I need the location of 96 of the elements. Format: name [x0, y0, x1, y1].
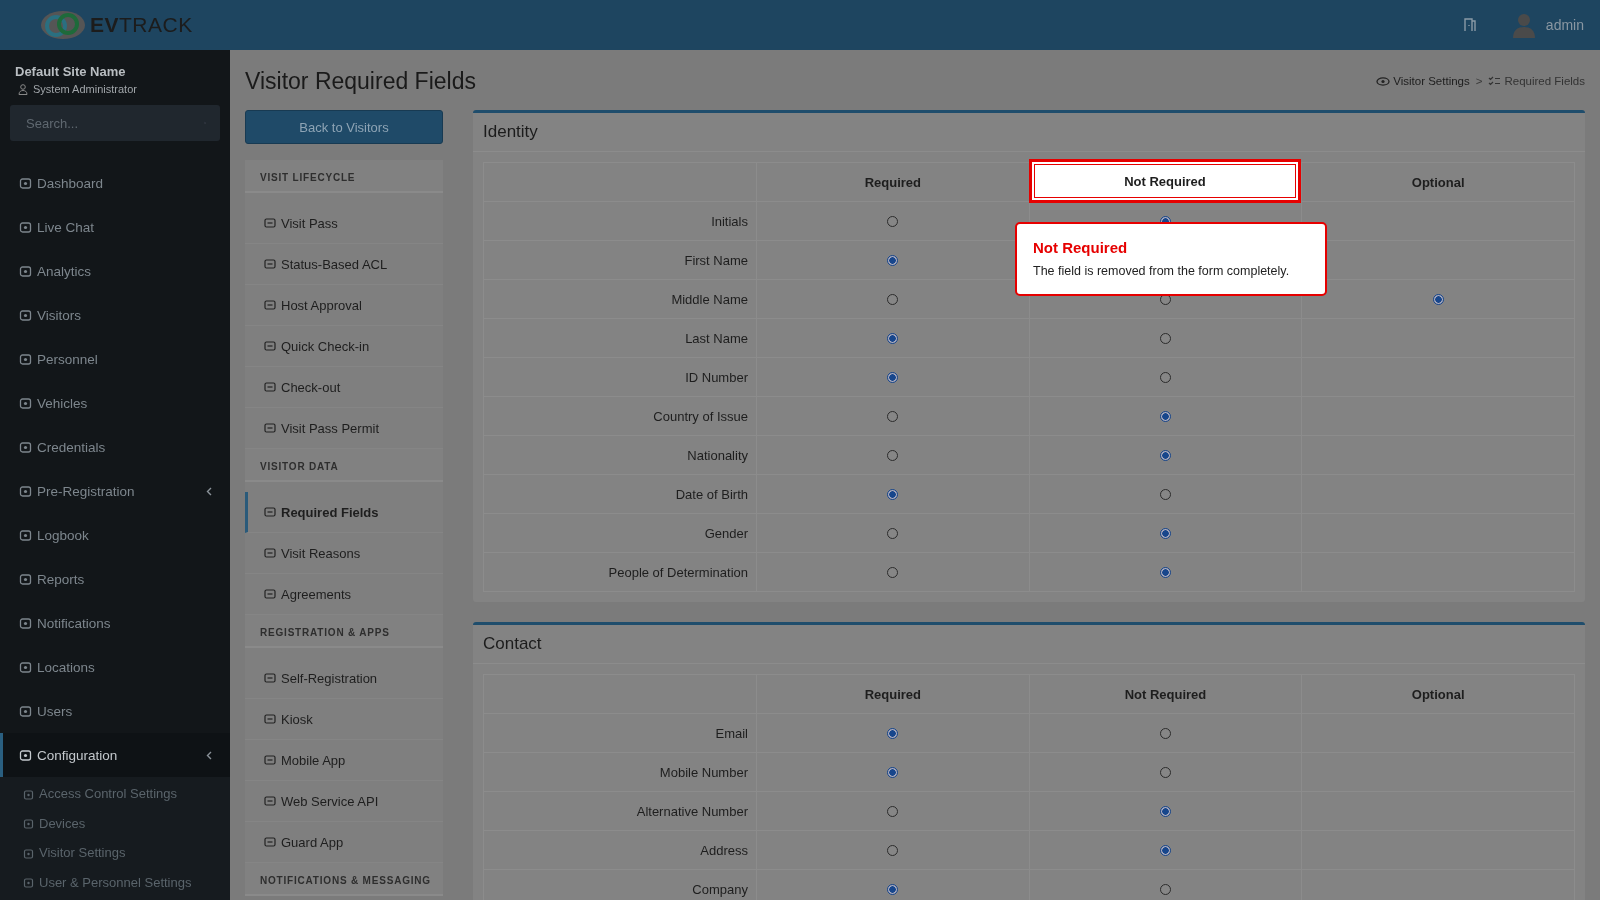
menu-item[interactable]: Visit Reasons	[245, 533, 443, 574]
radio-button[interactable]	[1160, 566, 1171, 578]
radio-button[interactable]	[887, 566, 899, 578]
field-label: Last Name	[685, 330, 748, 346]
field-label: Middle Name	[671, 291, 748, 307]
submenu-item[interactable]: Access Control Settings	[0, 779, 230, 809]
radio-button[interactable]	[887, 371, 899, 383]
back-button[interactable]: Back to Visitors	[245, 110, 443, 144]
breadcrumb-separator: >	[1475, 75, 1483, 87]
field-label: Date of Birth	[675, 486, 748, 502]
tooltip-title: Not Required	[1033, 239, 1129, 256]
nav-item[interactable]: Analytics	[0, 249, 230, 293]
radio-button[interactable]	[1160, 527, 1171, 539]
section-title: Identity	[483, 122, 538, 142]
nav-item[interactable]: Pre-Registration	[0, 469, 230, 513]
field-label: Alternative Number	[636, 803, 748, 819]
nav-item[interactable]: Notifications	[0, 601, 230, 645]
caret-icon	[206, 750, 212, 760]
breadcrumb-current: Required Fields	[1488, 75, 1585, 87]
radio-button[interactable]	[887, 527, 899, 539]
field-label: Nationality	[687, 447, 748, 463]
radio-button[interactable]	[887, 805, 899, 817]
radio-button[interactable]	[1160, 766, 1171, 778]
submenu-item[interactable]: Devices	[0, 808, 230, 838]
nav-item[interactable]: Credentials	[0, 425, 230, 469]
user-role: System Administrator	[33, 83, 137, 95]
menu-item[interactable]: Status-Based ACL	[245, 244, 443, 285]
column-header: Required	[756, 163, 1029, 201]
nav-item[interactable]: Configuration	[0, 733, 230, 777]
menu-item[interactable]: Required Fields	[245, 492, 443, 533]
radio-button[interactable]	[887, 883, 899, 895]
menu-item[interactable]: Check-out	[245, 367, 443, 408]
field-label: Gender	[704, 525, 748, 541]
submenu-item[interactable]: Visitor Settings	[0, 838, 230, 868]
nav-item[interactable]: Live Chat	[0, 205, 230, 249]
menu-item[interactable]: Kiosk	[245, 699, 443, 740]
radio-button[interactable]	[887, 766, 899, 778]
site-name: Default Site Name	[14, 63, 127, 81]
field-label: Country of Issue	[653, 408, 748, 424]
search-input[interactable]: Search...	[24, 114, 204, 132]
page-title: Visitor Required Fields	[245, 67, 476, 95]
field-label: Mobile Number	[659, 764, 748, 780]
radio-button[interactable]	[1160, 844, 1171, 856]
column-header: Not Required	[1028, 675, 1302, 713]
radio-button[interactable]	[1160, 805, 1171, 817]
column-header: Optional	[1301, 163, 1574, 201]
logo-text: EVTRACK	[90, 13, 193, 37]
radio-button[interactable]	[1160, 727, 1171, 739]
field-label: Company	[692, 881, 748, 897]
logo-icon	[38, 9, 88, 41]
caret-icon	[206, 486, 212, 496]
field-label: People of Determination	[608, 564, 748, 580]
menu-item[interactable]: Quick Check-in	[245, 326, 443, 367]
radio-button[interactable]	[1160, 883, 1171, 895]
nav-item[interactable]: Dashboard	[0, 161, 230, 205]
radio-button[interactable]	[887, 844, 899, 856]
radio-button[interactable]	[887, 293, 899, 305]
radio-button[interactable]	[1160, 371, 1171, 383]
column-header: Not Required	[1028, 159, 1302, 203]
radio-button[interactable]	[1160, 332, 1171, 344]
radio-button[interactable]	[887, 215, 899, 227]
user-name[interactable]: admin	[1545, 17, 1584, 33]
nav-item[interactable]: Vehicles	[0, 381, 230, 425]
menu-item[interactable]: Host Approval	[245, 285, 443, 326]
radio-button[interactable]	[1160, 449, 1171, 461]
section-title: Contact	[483, 634, 542, 654]
field-label: Initials	[711, 213, 748, 229]
menu-item[interactable]: Self-Registration	[245, 658, 443, 699]
tooltip-text: The field is removed from the form completely.	[1033, 264, 1291, 278]
radio-button[interactable]	[1160, 488, 1171, 500]
radio-button[interactable]	[1160, 410, 1171, 422]
field-label: Email	[715, 725, 748, 741]
radio-button[interactable]	[1432, 293, 1444, 305]
nav-item[interactable]: Visitors	[0, 293, 230, 337]
radio-button[interactable]	[887, 488, 899, 500]
field-label: Address	[700, 842, 748, 858]
nav-item[interactable]: Personnel	[0, 337, 230, 381]
radio-button[interactable]	[887, 332, 899, 344]
radio-button[interactable]	[887, 254, 899, 266]
radio-button[interactable]	[887, 410, 899, 422]
radio-button[interactable]	[887, 449, 899, 461]
menu-item[interactable]: Mobile App	[245, 740, 443, 781]
nav-item[interactable]: Logbook	[0, 513, 230, 557]
submenu-item[interactable]: User & Personnel Settings	[0, 867, 230, 897]
menu-item[interactable]: Web Service API	[245, 781, 443, 822]
nav-item[interactable]: Reports	[0, 557, 230, 601]
menu-item[interactable]: Visit Pass	[245, 203, 443, 244]
radio-button[interactable]	[887, 727, 899, 739]
nav-item[interactable]: Users	[0, 689, 230, 733]
field-label: First Name	[684, 252, 748, 268]
field-label: ID Number	[685, 369, 748, 385]
column-header: Optional	[1301, 675, 1574, 713]
search-field[interactable]: Search...	[10, 105, 220, 141]
nav-item[interactable]: Locations	[0, 645, 230, 689]
breadcrumb-link[interactable]: Visitor Settings	[1376, 75, 1470, 87]
column-header: Required	[756, 675, 1029, 713]
